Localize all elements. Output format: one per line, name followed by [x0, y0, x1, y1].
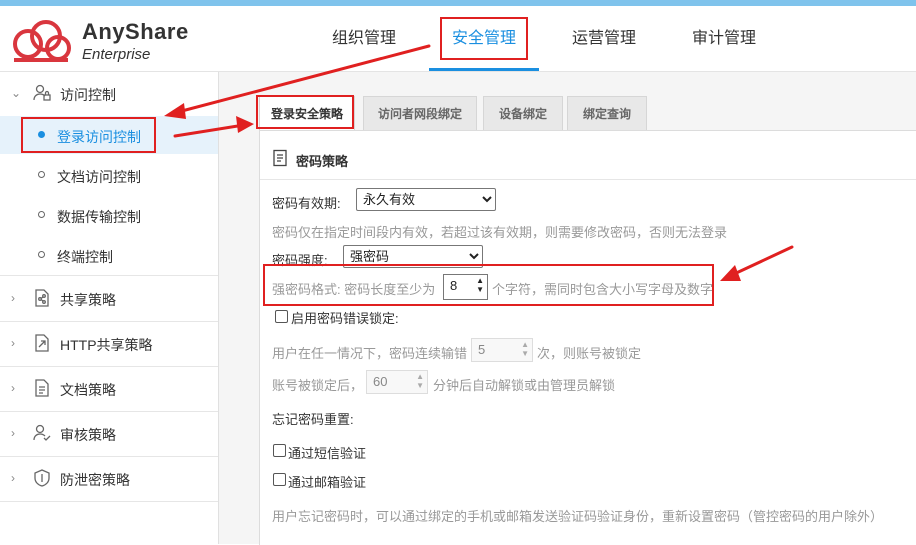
- nav-org-management[interactable]: 组织管理: [320, 6, 408, 71]
- brand-name: AnyShare: [82, 19, 189, 44]
- section-header: 密码策略: [260, 139, 916, 180]
- sidebar-group-label: 审核策略: [60, 427, 116, 443]
- sidebar-group-review-policy[interactable]: › 审核策略: [0, 412, 218, 457]
- chevron-right-icon: ›: [11, 381, 15, 395]
- reset-hint: 用户忘记密码时，可以通过绑定的手机或邮箱发送验证码验证身份，重新设置密码（管控密…: [272, 509, 884, 524]
- nav-operations-management[interactable]: 运营管理: [560, 6, 648, 71]
- chevron-right-icon: ›: [11, 426, 15, 440]
- sidebar-group-label: 访问控制: [60, 87, 116, 103]
- anyshare-logo: AnyShare Enterprise: [8, 14, 188, 66]
- stepper-arrows-icon[interactable]: ▲ ▼: [476, 276, 484, 294]
- unlock-prefix: 账号被锁定后，: [272, 378, 364, 393]
- sidebar-group-access-control[interactable]: ⌄ 访问控制: [0, 72, 218, 116]
- tab-login-security-policy[interactable]: 登录安全策略: [259, 96, 355, 132]
- sidebar-item-data-transfer-control[interactable]: 数据传输控制: [0, 196, 218, 234]
- document-icon: [35, 379, 49, 397]
- sidebar-item-document-access-control[interactable]: 文档访问控制: [0, 156, 218, 194]
- stepper-arrows-icon[interactable]: ▲ ▼: [521, 340, 529, 358]
- bullet-icon: [38, 171, 45, 178]
- tab-binding-query[interactable]: 绑定查询: [567, 96, 647, 131]
- top-header: AnyShare Enterprise 组织管理 安全管理 运营管理 审计管理: [0, 6, 916, 72]
- sidebar-group-label: 文档策略: [60, 382, 116, 398]
- format-suffix: 个字符，需同时包含大小写字母及数字: [492, 282, 714, 297]
- sidebar-group-document-policy[interactable]: › 文档策略: [0, 367, 218, 412]
- bullet-icon: [38, 211, 45, 218]
- user-check-icon: [33, 424, 51, 441]
- chevron-down-icon: ⌄: [11, 86, 22, 100]
- share-doc-icon: [35, 289, 49, 307]
- policy-doc-icon: [273, 149, 287, 167]
- cloud-logo-icon: [13, 20, 71, 62]
- lock-enable-label: 启用密码错误锁定:: [291, 311, 399, 326]
- sidebar-item-terminal-control[interactable]: 终端控制: [0, 236, 218, 276]
- sidebar-group-label: HTTP共享策略: [60, 337, 153, 353]
- validity-select[interactable]: 永久有效: [356, 188, 496, 211]
- format-prefix: 强密码格式: 密码长度至少为: [272, 282, 436, 297]
- lock-count-value: 5: [478, 342, 486, 357]
- chevron-right-icon: ›: [11, 471, 15, 485]
- tab-visitor-network-binding[interactable]: 访问者网段绑定: [363, 96, 477, 131]
- password-length-stepper[interactable]: 8 ▲ ▼: [443, 274, 488, 300]
- sidebar-item-label: 终端控制: [57, 249, 113, 265]
- sidebar-group-label: 共享策略: [60, 292, 116, 308]
- sidebar-item-label: 登录访问控制: [57, 129, 141, 145]
- stepper-arrows-icon[interactable]: ▲ ▼: [416, 372, 424, 390]
- strength-label: 密码强度:: [272, 253, 328, 268]
- validity-label: 密码有效期:: [272, 196, 341, 211]
- sidebar-group-dlp-policy[interactable]: › 防泄密策略: [0, 457, 218, 502]
- sms-verify-checkbox[interactable]: [273, 444, 286, 457]
- user-lock-icon: [33, 84, 51, 101]
- lock-prefix: 用户在任一情况下，密码连续输错: [272, 346, 468, 361]
- password-length-value: 8: [450, 278, 458, 293]
- bullet-icon: [38, 251, 45, 258]
- reset-label: 忘记密码重置:: [272, 412, 354, 427]
- sms-verify-label: 通过短信验证: [288, 446, 367, 461]
- strength-select[interactable]: 强密码: [343, 245, 483, 268]
- brand-subtitle: Enterprise: [82, 46, 151, 63]
- nav-audit-management[interactable]: 审计管理: [680, 6, 768, 71]
- chevron-right-icon: ›: [11, 291, 15, 305]
- lock-enable-checkbox[interactable]: [275, 310, 288, 323]
- unlock-minutes-value: 60: [373, 374, 388, 389]
- sidebar-item-login-access-control[interactable]: 登录访问控制: [0, 116, 218, 154]
- shield-icon: [34, 469, 50, 487]
- unlock-minutes-stepper[interactable]: 60 ▲ ▼: [366, 370, 428, 394]
- nav-security-management[interactable]: 安全管理: [429, 6, 539, 71]
- login-security-panel: 密码策略 密码有效期: 永久有效 密码仅在指定时间段内有效，若超过该有效期，则需…: [259, 130, 916, 545]
- lock-count-stepper[interactable]: 5 ▲ ▼: [471, 338, 533, 362]
- sidebar: ⌄ 访问控制 登录访问控制 文档访问控制 数据传输控制 终端控制 › 共享策略 …: [0, 72, 219, 544]
- unlock-suffix: 分钟后自动解锁或由管理员解锁: [433, 378, 616, 393]
- section-title: 密码策略: [296, 154, 349, 169]
- active-dot-icon: [38, 131, 45, 138]
- email-verify-checkbox[interactable]: [273, 473, 286, 486]
- sidebar-group-http-share-policy[interactable]: › HTTP共享策略: [0, 322, 218, 367]
- validity-hint: 密码仅在指定时间段内有效，若超过该有效期，则需要修改密码，否则无法登录: [272, 225, 728, 240]
- lock-suffix: 次，则账号被锁定: [537, 346, 642, 361]
- tab-device-binding[interactable]: 设备绑定: [483, 96, 563, 131]
- sidebar-item-label: 文档访问控制: [57, 169, 141, 185]
- http-share-icon: [35, 334, 49, 352]
- chevron-right-icon: ›: [11, 336, 15, 350]
- email-verify-label: 通过邮箱验证: [288, 475, 367, 490]
- sidebar-item-label: 数据传输控制: [57, 209, 141, 225]
- sidebar-group-share-policy[interactable]: › 共享策略: [0, 277, 218, 322]
- main-content: 登录安全策略 访问者网段绑定 设备绑定 绑定查询 密码策略 密码有效期: 永久有…: [219, 72, 916, 545]
- sidebar-group-label: 防泄密策略: [60, 472, 130, 488]
